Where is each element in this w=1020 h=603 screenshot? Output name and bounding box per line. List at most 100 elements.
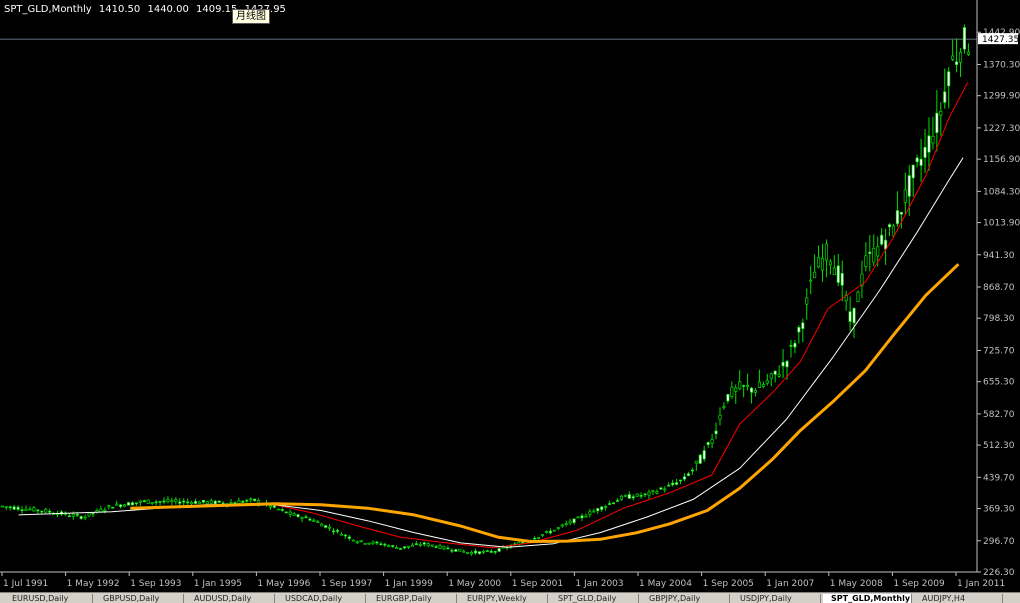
candle-body <box>891 225 896 237</box>
candle-body <box>170 500 174 503</box>
candle-body <box>596 508 600 512</box>
y-tick-label: 655.30 <box>983 378 1015 388</box>
candle-body <box>355 541 359 544</box>
x-tick-label: 1 Jul 1991 <box>3 579 48 589</box>
candle-body <box>604 506 608 508</box>
candle-body <box>213 500 217 505</box>
y-tick-label: 1370.30 <box>983 60 1020 70</box>
candle-body <box>820 257 825 271</box>
symbol-label: SPT_GLD,Monthly <box>4 4 92 15</box>
candle-body <box>375 541 379 544</box>
candle-body <box>769 373 773 379</box>
price-chart[interactable]: 1442.901370.301299.901227.301156.901084.… <box>0 0 1020 592</box>
candle-body <box>686 473 690 476</box>
current-price-text: 1427.35 <box>982 35 1019 45</box>
candle-body <box>253 498 257 502</box>
y-tick-label: 1156.90 <box>983 155 1020 165</box>
candle-body <box>229 502 233 504</box>
candle-body <box>237 500 241 504</box>
candle-body <box>406 546 411 548</box>
candle-body <box>935 112 939 133</box>
candle-body <box>813 271 817 279</box>
candle-body <box>592 510 596 513</box>
candle-body <box>623 494 627 497</box>
candle-body <box>332 530 336 533</box>
candle-body <box>801 322 805 329</box>
candle-body <box>690 469 694 472</box>
candle-body <box>146 499 150 504</box>
candle-body <box>434 546 438 548</box>
x-tick-label: 1 Sep 2005 <box>703 579 754 589</box>
candle-body <box>710 439 714 444</box>
x-tick-label: 1 May 1996 <box>257 579 310 589</box>
y-tick-label: 226.30 <box>983 568 1015 578</box>
candle-body <box>947 71 951 87</box>
candle-body <box>773 370 777 375</box>
candle-body <box>150 502 154 504</box>
x-tick-label: 1 May 2000 <box>448 579 501 589</box>
candle-body <box>698 454 702 464</box>
candle-body <box>446 547 450 550</box>
candle-body <box>817 257 821 268</box>
candle-body <box>249 498 253 501</box>
candle-body <box>470 552 474 555</box>
candle-body <box>257 500 261 504</box>
candle-body <box>399 548 403 550</box>
y-tick-label: 582.70 <box>983 410 1015 420</box>
candle-body <box>742 385 746 387</box>
candle-body <box>79 516 83 519</box>
candle-body <box>193 500 198 504</box>
candle-body <box>540 534 545 536</box>
candle-body <box>454 549 458 552</box>
candle-body <box>619 495 623 500</box>
candle-body <box>304 516 308 519</box>
candle-body <box>241 500 245 503</box>
candle-body <box>485 550 489 552</box>
candle-body <box>564 523 568 525</box>
candle-body <box>639 495 643 497</box>
candle-body <box>876 246 880 257</box>
candle-body <box>548 530 552 534</box>
candle-body <box>931 135 935 144</box>
candle-body <box>919 158 923 166</box>
candle-body <box>643 493 647 496</box>
candle-body <box>138 500 142 503</box>
candle-body <box>296 514 300 518</box>
candle-body <box>722 406 726 408</box>
candle-body <box>738 381 742 390</box>
candle-body <box>462 550 466 553</box>
price-axis: 1442.901370.301299.901227.301156.901084.… <box>977 28 1020 578</box>
candle-body <box>450 549 454 552</box>
candle-body <box>836 265 840 283</box>
candle-body <box>391 545 395 547</box>
candle-body <box>272 505 276 508</box>
candle-body <box>572 518 576 523</box>
candle-body <box>430 544 434 547</box>
candle-body <box>473 550 478 554</box>
candle-body <box>217 500 221 503</box>
candle-body <box>410 544 414 547</box>
candle-body <box>24 508 28 511</box>
candle-body <box>682 476 687 480</box>
x-tick-label: 1 Sep 1993 <box>130 579 181 589</box>
high-value: 1440.00 <box>147 4 189 15</box>
candle-body <box>923 146 927 158</box>
candle-body <box>115 503 119 506</box>
candle-body <box>757 381 761 388</box>
y-tick-label: 296.70 <box>983 537 1015 547</box>
candle-body <box>371 541 375 544</box>
candle-body <box>414 543 418 545</box>
candle-body <box>706 442 710 445</box>
y-tick-label: 1299.90 <box>983 92 1020 102</box>
candle-body <box>280 509 284 511</box>
candle-body <box>809 279 813 282</box>
candle-body <box>939 111 943 116</box>
x-tick-label: 1 May 1992 <box>67 579 120 589</box>
candle-body <box>233 502 237 505</box>
candle-body <box>379 543 383 546</box>
candle-body <box>166 499 170 503</box>
candle-body <box>0 505 4 508</box>
candle-body <box>300 517 304 520</box>
y-tick-label: 512.30 <box>983 441 1015 451</box>
candle-body <box>103 509 107 512</box>
